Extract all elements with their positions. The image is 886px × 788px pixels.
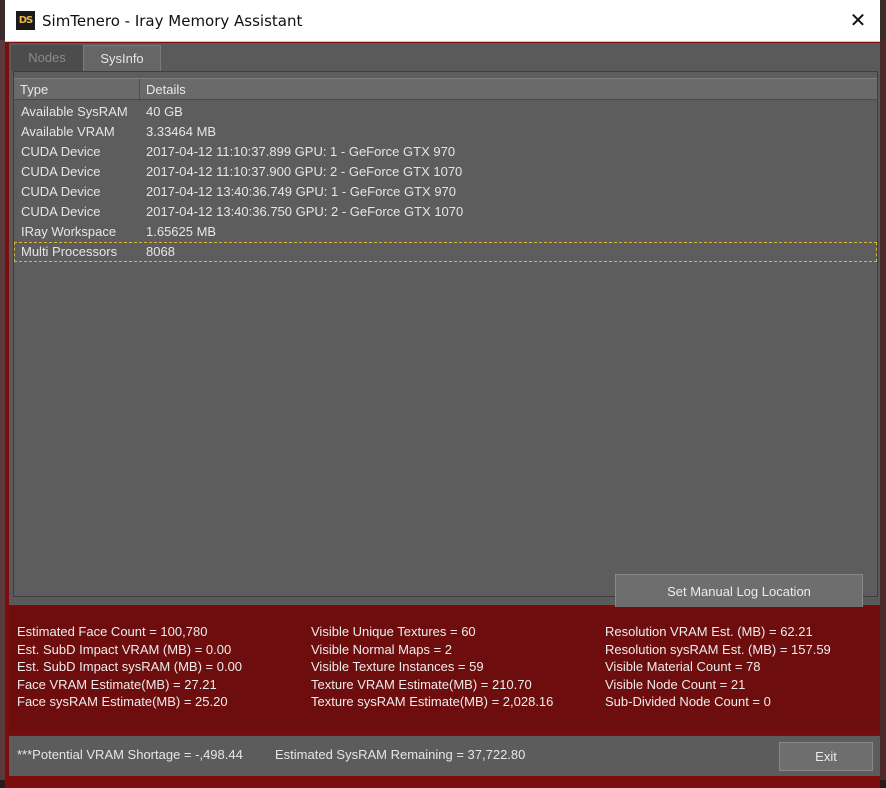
memory-estimates-panel: Estimated Face Count = 100,780 Est. SubD… xyxy=(9,607,880,733)
stat-subd-impact-sysram: Est. SubD Impact sysRAM (MB) = 0.00 xyxy=(17,659,243,674)
cell-type: Available VRAM xyxy=(21,124,115,139)
tab-sysinfo[interactable]: SysInfo xyxy=(83,45,161,71)
cell-details: 40 GB xyxy=(146,104,183,119)
stat-visible-node-count: Visible Node Count = 21 xyxy=(605,676,746,692)
daz-studio-app-icon: DS xyxy=(16,11,35,30)
table-row[interactable]: Available VRAM 3.33464 MB xyxy=(14,122,877,142)
main-panel: Nodes SysInfo Type Details Available Sys… xyxy=(9,43,880,610)
stats-column-faces: Estimated Face Count = 100,780 Est. SubD… xyxy=(17,623,242,711)
stat-face-vram-estimate: Face VRAM Estimate(MB) = 27.21 xyxy=(17,676,217,692)
set-manual-log-location-button[interactable]: Set Manual Log Location xyxy=(615,574,863,610)
stat-texture-vram-estimate: Texture VRAM Estimate(MB) = 210.70 xyxy=(311,676,532,692)
stat-resolution-sysram-est: Resolution sysRAM Est. (MB) = 157.59 xyxy=(605,641,831,657)
cell-type: CUDA Device xyxy=(21,184,101,199)
cell-type: CUDA Device xyxy=(21,144,101,159)
table-row-selected[interactable]: Multi Processors 8068 xyxy=(14,242,877,262)
cell-details: 8068 xyxy=(146,244,175,259)
table-body: Available SysRAM 40 GB Available VRAM 3.33… xyxy=(14,102,877,262)
close-button[interactable]: ✕ xyxy=(836,0,880,41)
cell-details: 3.33464 MB xyxy=(146,124,217,139)
cell-details: 2017-04-12 11:10:37.900 GPU: 2 - GeForce… xyxy=(146,164,463,179)
vram-shortage-status: ***Potential VRAM Shortage = -,498.44 xyxy=(17,747,243,762)
cell-type: Multi Processors xyxy=(21,244,118,259)
exit-button[interactable]: Exit xyxy=(779,742,873,771)
stat-texture-sysram-estimate: Texture sysRAM Estimate(MB) = 2,028.16 xyxy=(311,694,554,709)
table-row[interactable]: IRay Workspace 1.65625 MB xyxy=(14,222,877,242)
table-row[interactable]: CUDA Device 2017-04-12 11:10:37.900 GPU: … xyxy=(14,162,877,182)
table-row[interactable]: CUDA Device 2017-04-12 13:40:36.750 GPU: … xyxy=(14,202,877,222)
cell-details: 2017-04-12 13:40:36.749 GPU: 1 - GeForce… xyxy=(146,184,457,199)
stat-visible-unique-textures: Visible Unique Textures = 60 xyxy=(311,624,476,639)
table-row[interactable]: Available SysRAM 40 GB xyxy=(14,102,877,122)
table-row[interactable]: CUDA Device 2017-04-12 11:10:37.899 GPU: … xyxy=(14,142,877,162)
cell-details: 1.65625 MB xyxy=(146,224,217,239)
cell-type: IRay Workspace xyxy=(21,224,117,239)
stat-visible-material-count: Visible Material Count = 78 xyxy=(605,659,761,674)
column-header-type[interactable]: Type xyxy=(14,79,140,101)
cell-type: Available SysRAM xyxy=(21,104,128,119)
tab-nodes[interactable]: Nodes xyxy=(11,45,83,71)
table-header: Type Details xyxy=(14,78,877,101)
stats-column-textures: Visible Unique Textures = 60 Visible Nor… xyxy=(311,623,553,711)
stat-sub-divided-node-count: Sub-Divided Node Count = 0 xyxy=(605,694,771,709)
title-bar[interactable]: DS SimTenero - Iray Memory Assistant ✕ xyxy=(5,0,880,42)
sysram-remaining-status: Estimated SysRAM Remaining = 37,722.80 xyxy=(275,747,526,762)
cell-type: CUDA Device xyxy=(21,164,101,179)
cell-details: 2017-04-12 13:40:36.750 GPU: 2 - GeForce… xyxy=(146,204,464,219)
window-title: SimTenero - Iray Memory Assistant xyxy=(42,12,303,30)
stat-visible-normal-maps: Visible Normal Maps = 2 xyxy=(311,641,453,657)
cell-type: CUDA Device xyxy=(21,204,101,219)
cell-details: 2017-04-12 11:10:37.899 GPU: 1 - GeForce… xyxy=(146,144,456,159)
sysinfo-table: Type Details Available SysRAM 40 GB Avail… xyxy=(13,71,878,610)
status-footer: ***Potential VRAM Shortage = -,498.44 Es… xyxy=(9,736,880,776)
app-window: DS SimTenero - Iray Memory Assistant ✕ N… xyxy=(5,0,880,788)
stat-subd-impact-vram: Est. SubD Impact VRAM (MB) = 0.00 xyxy=(17,641,232,657)
stat-face-sysram-estimate: Face sysRAM Estimate(MB) = 25.20 xyxy=(17,694,228,709)
stats-column-resolution: Resolution VRAM Est. (MB) = 62.21 Resolu… xyxy=(605,623,831,711)
stat-estimated-face-count: Estimated Face Count = 100,780 xyxy=(17,624,208,639)
table-row[interactable]: CUDA Device 2017-04-12 13:40:36.749 GPU: … xyxy=(14,182,877,202)
column-header-details[interactable]: Details xyxy=(140,79,877,101)
stat-visible-texture-instances: Visible Texture Instances = 59 xyxy=(311,659,484,674)
stat-resolution-vram-est: Resolution VRAM Est. (MB) = 62.21 xyxy=(605,624,813,639)
